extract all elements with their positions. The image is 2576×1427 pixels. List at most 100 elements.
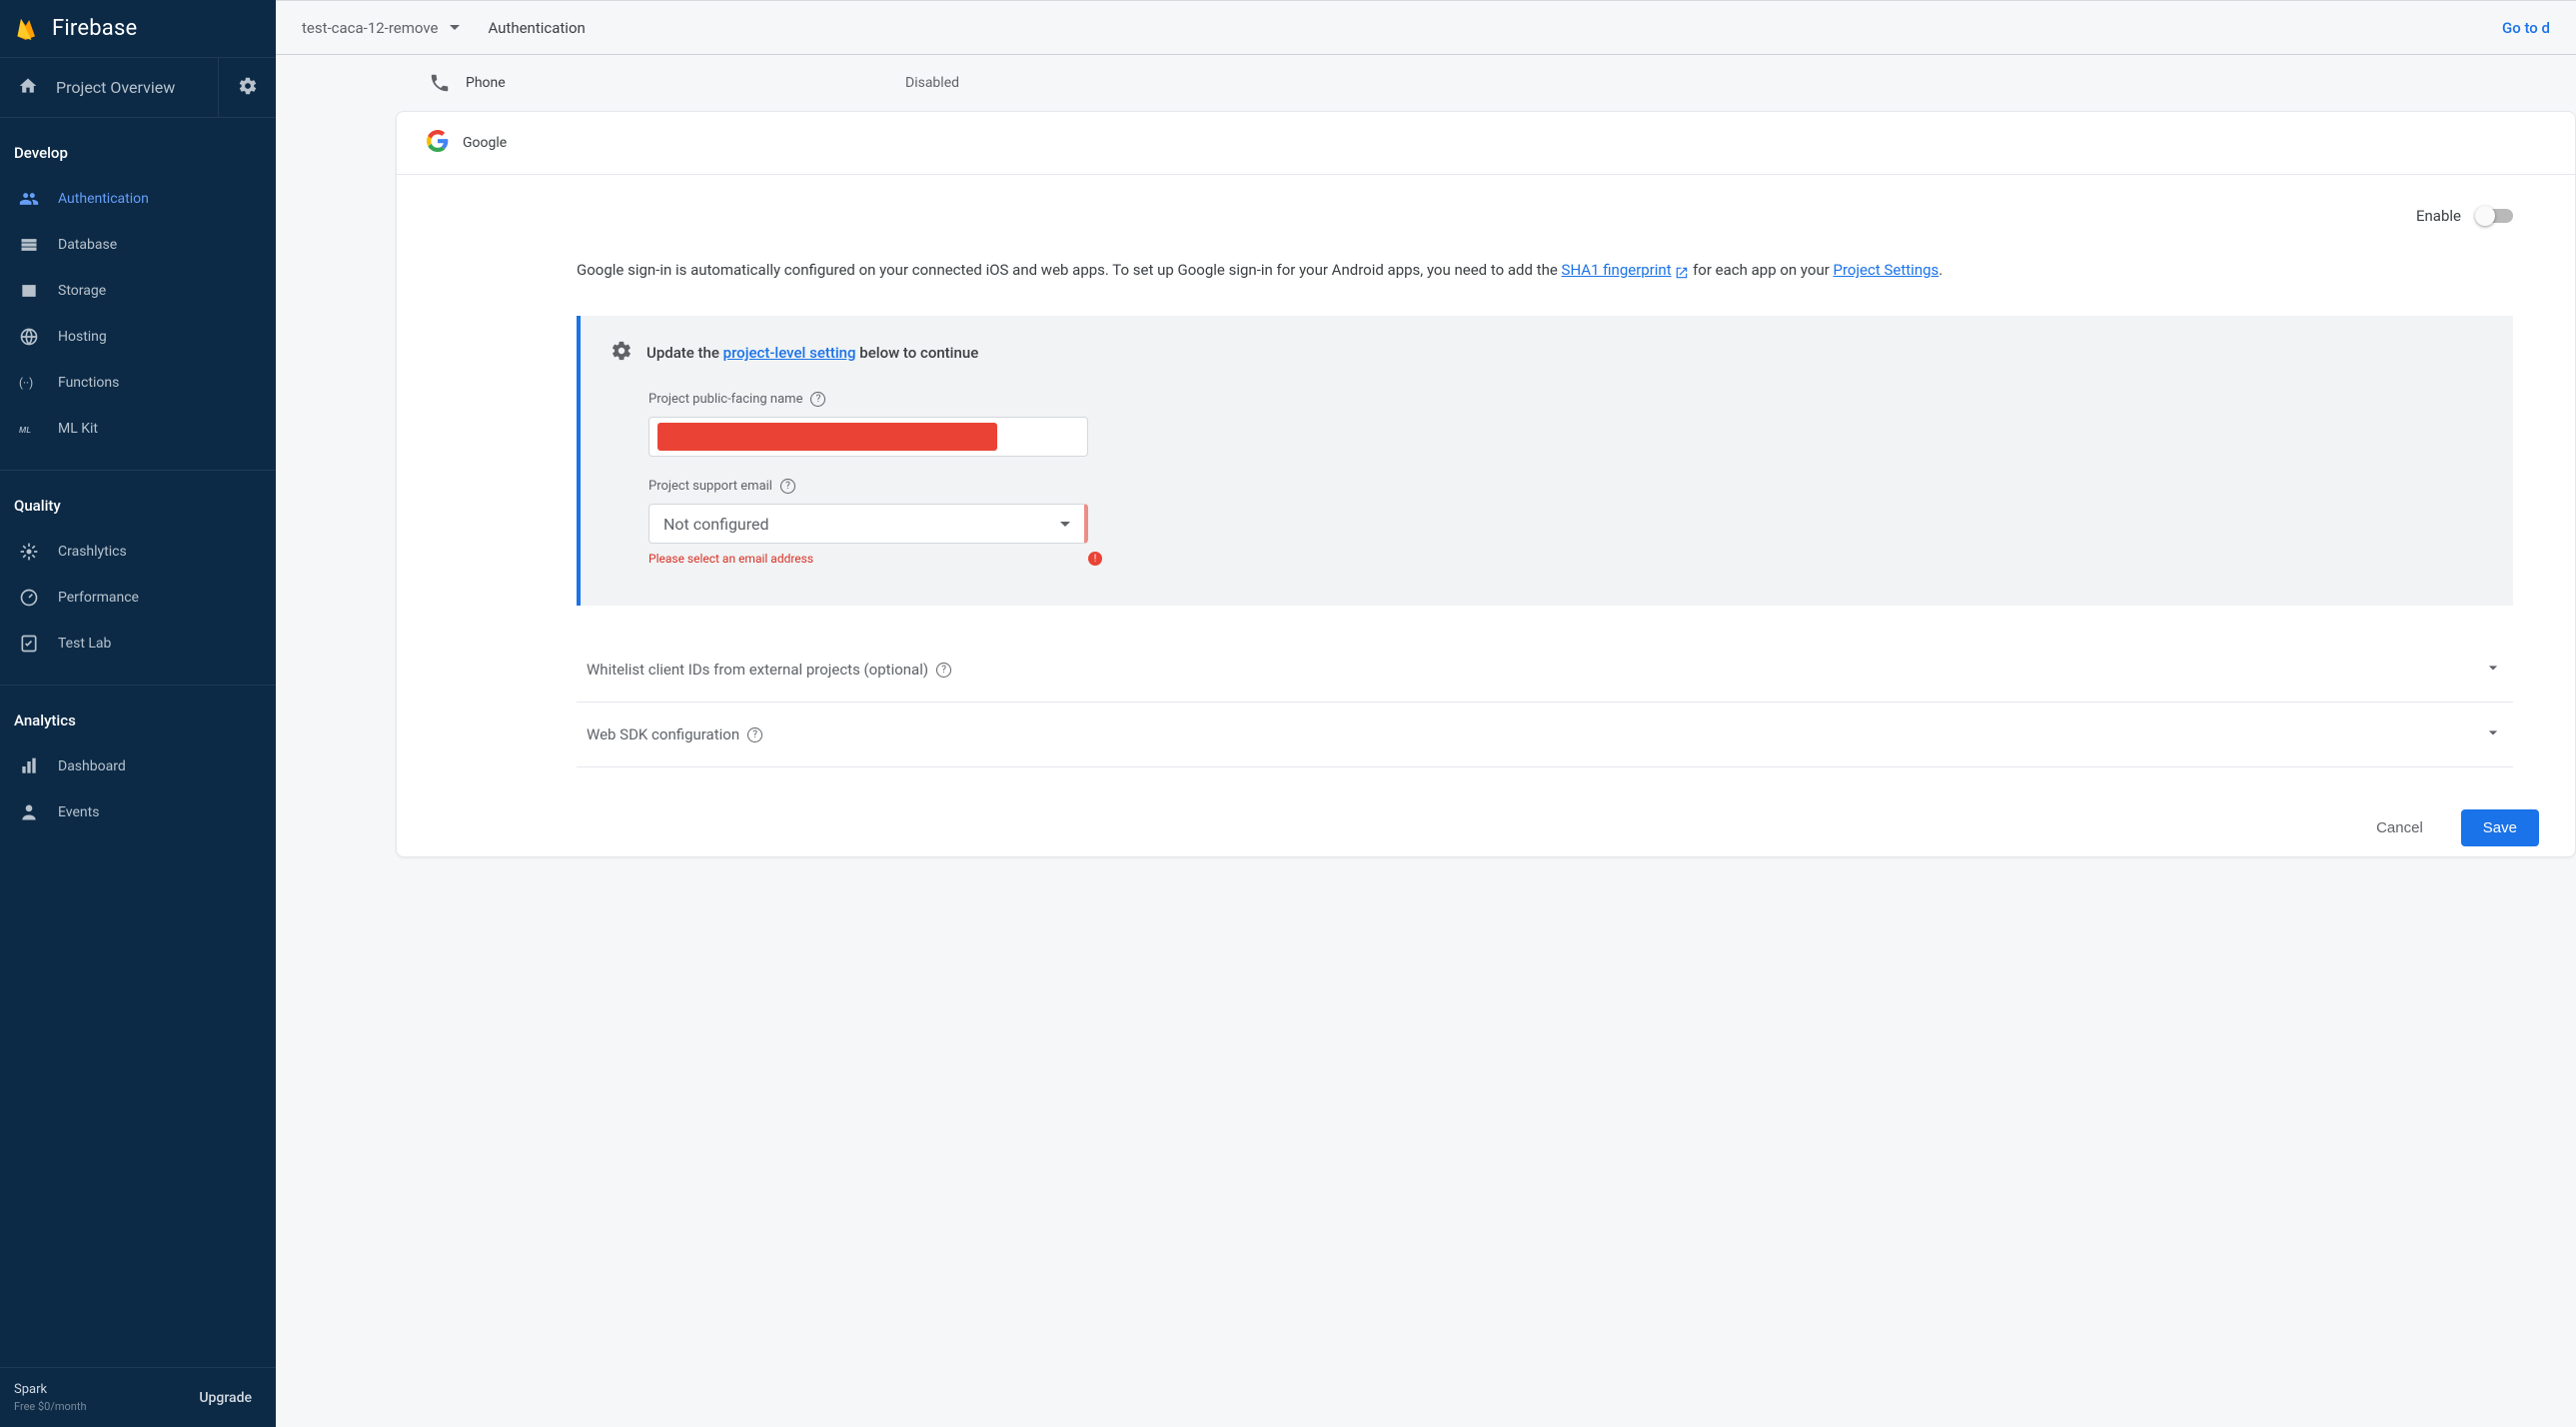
breadcrumb-page: Authentication <box>488 19 585 37</box>
nav-label: Functions <box>58 375 119 391</box>
sidebar-item-hosting[interactable]: Hosting <box>0 314 276 360</box>
toggle-knob <box>2475 206 2495 226</box>
nav-label: Crashlytics <box>58 544 127 560</box>
error-icon: ! <box>1088 552 1102 566</box>
go-to-docs-link[interactable]: Go to d <box>2502 19 2550 37</box>
project-name: test-caca-12-remove <box>302 19 438 37</box>
field-public-name: Project public-facing name ? <box>611 392 2483 457</box>
sidebar-footer: Spark Free $0/month Upgrade <box>0 1367 276 1427</box>
firebase-logo[interactable]: Firebase <box>0 0 276 57</box>
expander-label: Whitelist client IDs from external proje… <box>587 661 928 679</box>
help-icon[interactable]: ? <box>810 392 825 407</box>
support-email-label: Project support email <box>648 479 772 494</box>
provider-status: Disabled <box>905 75 959 91</box>
sidebar-item-database[interactable]: Database <box>0 222 276 268</box>
plan-info: Spark Free $0/month <box>14 1382 87 1413</box>
sidebar: Firebase Project Overview Develop Authen… <box>0 0 276 1427</box>
card-actions: Cancel Save <box>397 787 2575 856</box>
project-selector[interactable]: test-caca-12-remove <box>302 19 460 37</box>
expander-whitelist[interactable]: Whitelist client IDs from external proje… <box>577 638 2513 703</box>
sidebar-item-dashboard[interactable]: Dashboard <box>0 743 276 789</box>
setting-panel: Update the project-level setting below t… <box>577 316 2513 606</box>
enable-row: Enable <box>577 207 2513 225</box>
section-analytics-header: Analytics <box>0 686 276 743</box>
sidebar-item-events[interactable]: Events <box>0 789 276 835</box>
sidebar-scroll[interactable]: Develop Authentication Database Storage … <box>0 118 276 1367</box>
firebase-flame-icon <box>14 13 42 45</box>
brand-text: Firebase <box>52 16 137 41</box>
help-icon[interactable]: ? <box>936 663 951 678</box>
chevron-down-icon <box>2483 722 2503 746</box>
project-overview-label: Project Overview <box>56 78 175 97</box>
gear-icon <box>238 76 258 100</box>
nav-label: Test Lab <box>58 636 111 652</box>
help-icon[interactable]: ? <box>780 479 795 494</box>
sidebar-item-testlab[interactable]: Test Lab <box>0 621 276 667</box>
nav-label: Storage <box>58 283 106 299</box>
section-quality-header: Quality <box>0 471 276 529</box>
database-icon <box>18 234 40 256</box>
nav-label: Authentication <box>58 191 149 207</box>
content: Phone Disabled Google Enable Google sig <box>276 55 2576 1427</box>
sidebar-item-crashlytics[interactable]: Crashlytics <box>0 529 276 575</box>
topbar: test-caca-12-remove Authentication Go to… <box>276 0 2576 55</box>
cancel-button[interactable]: Cancel <box>2358 809 2441 846</box>
mlkit-icon: ᴍʟ <box>18 418 40 440</box>
sidebar-item-functions[interactable]: (··) Functions <box>0 360 276 406</box>
upgrade-button[interactable]: Upgrade <box>189 1384 262 1412</box>
field-support-email: Project support email ? Not configured P… <box>611 479 2483 566</box>
provider-row-phone[interactable]: Phone Disabled <box>396 55 2576 111</box>
help-icon[interactable]: ? <box>747 727 762 742</box>
plan-name: Spark <box>14 1382 87 1397</box>
sha1-fingerprint-link[interactable]: SHA1 fingerprint <box>1562 261 1672 279</box>
provider-title: Google <box>463 135 507 151</box>
project-level-setting-link[interactable]: project-level setting <box>723 344 856 362</box>
intro-text: Google sign-in is automatically configur… <box>577 259 2513 282</box>
phone-icon <box>428 71 452 95</box>
chevron-down-icon <box>2483 658 2503 682</box>
svg-text:ᴍʟ: ᴍʟ <box>19 423 31 436</box>
sidebar-item-performance[interactable]: Performance <box>0 575 276 621</box>
card-body: Enable Google sign-in is automatically c… <box>397 175 2575 787</box>
gauge-icon <box>18 587 40 609</box>
provider-name: Phone <box>466 75 905 91</box>
home-icon <box>18 76 38 100</box>
support-email-select[interactable]: Not configured <box>648 504 1088 544</box>
main: test-caca-12-remove Authentication Go to… <box>276 0 2576 1427</box>
sidebar-item-authentication[interactable]: Authentication <box>0 176 276 222</box>
storage-icon <box>18 280 40 302</box>
expander-label: Web SDK configuration <box>587 725 739 743</box>
save-button[interactable]: Save <box>2461 809 2539 846</box>
setting-head: Update the project-level setting below t… <box>611 340 2483 366</box>
error-row: Please select an email address ! <box>648 552 1102 566</box>
public-name-input[interactable] <box>648 417 1088 457</box>
svg-text:(··): (··) <box>19 376 33 390</box>
nav-label: Events <box>58 804 99 820</box>
card-header: Google <box>397 112 2575 175</box>
bar-chart-icon <box>18 755 40 777</box>
nav-label: Performance <box>58 590 139 606</box>
enable-toggle[interactable] <box>2477 209 2513 223</box>
chevron-down-icon <box>1060 522 1070 527</box>
support-email-value: Not configured <box>663 515 769 534</box>
enable-label: Enable <box>2416 207 2461 225</box>
people-icon <box>18 188 40 210</box>
sidebar-item-storage[interactable]: Storage <box>0 268 276 314</box>
globe-icon <box>18 326 40 348</box>
error-message: Please select an email address <box>648 552 813 566</box>
nav-label: Hosting <box>58 329 107 345</box>
redacted-value <box>657 423 997 451</box>
project-settings-button[interactable] <box>218 58 276 117</box>
person-icon <box>18 801 40 823</box>
project-settings-link[interactable]: Project Settings <box>1834 261 1939 279</box>
external-link-icon <box>1675 264 1689 278</box>
sidebar-item-mlkit[interactable]: ᴍʟ ML Kit <box>0 406 276 452</box>
project-overview-row: Project Overview <box>0 57 276 118</box>
functions-icon: (··) <box>18 372 40 394</box>
expander-websdk[interactable]: Web SDK configuration ? <box>577 703 2513 767</box>
google-icon <box>427 130 449 156</box>
project-overview-link[interactable]: Project Overview <box>0 58 218 117</box>
checklist-icon <box>18 633 40 655</box>
nav-label: Database <box>58 237 117 253</box>
plan-price: Free $0/month <box>14 1400 87 1413</box>
